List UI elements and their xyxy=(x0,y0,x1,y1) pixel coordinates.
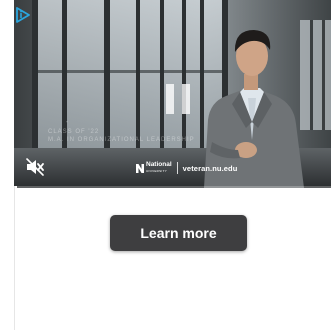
pause-icon[interactable] xyxy=(166,84,192,114)
caption-line-2: M.A. in Organizational Leadership xyxy=(48,137,195,143)
national-university-logo-icon xyxy=(136,163,144,173)
brand-name-text: National xyxy=(146,161,172,168)
brand-name: National UNIVERSITY xyxy=(146,161,172,174)
brand-sub-text: UNIVERSITY xyxy=(146,169,168,173)
speaker-muted-glyph xyxy=(26,158,44,176)
pause-bar-left xyxy=(166,84,174,114)
ad-left-border xyxy=(14,186,15,330)
video-caption: " Class of '22 M.A. in Organizational Le… xyxy=(48,120,195,144)
ad-frame: " Class of '22 M.A. in Organizational Le… xyxy=(0,0,331,330)
learn-more-button[interactable]: Learn more xyxy=(110,215,247,251)
speaker-muted-icon[interactable] xyxy=(24,156,46,178)
caption-mark: " xyxy=(66,121,69,127)
brand-lockup: National UNIVERSITY veteran.nu.edu xyxy=(136,161,238,174)
adchoices-icon[interactable] xyxy=(14,6,34,26)
video-player[interactable]: " Class of '22 M.A. in Organizational Le… xyxy=(14,0,331,188)
brand-divider xyxy=(176,162,178,174)
adchoices-glyph xyxy=(16,7,30,23)
caption-line-1: Class of '22 xyxy=(48,129,100,135)
national-university-logo: National UNIVERSITY xyxy=(136,161,172,174)
brand-url: veteran.nu.edu xyxy=(182,163,238,173)
video-progress-bar[interactable] xyxy=(14,186,331,188)
pause-bar-right xyxy=(182,84,190,114)
